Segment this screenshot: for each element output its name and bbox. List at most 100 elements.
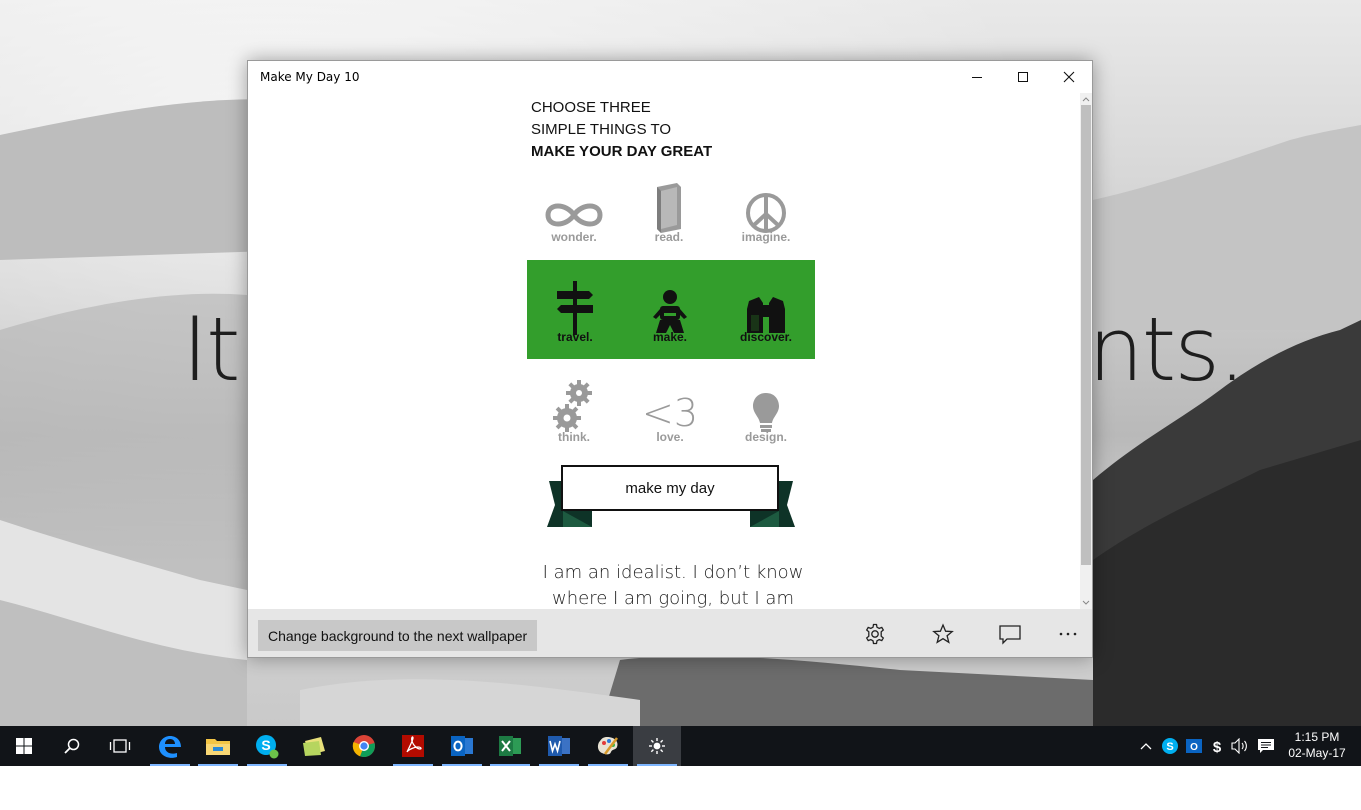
window-title: Make My Day 10 [260, 70, 360, 84]
chevron-up-icon [1082, 97, 1090, 102]
search-button[interactable] [48, 726, 96, 766]
settings-icon [865, 623, 885, 645]
taskbar: S S O $ 1:15 PM 02-May-17 [0, 726, 1361, 766]
make-my-day-ribbon: make my day [546, 463, 796, 533]
tray-skype-business[interactable]: $ [1207, 736, 1227, 756]
volume-button[interactable] [1230, 736, 1250, 756]
taskbar-file-explorer[interactable] [194, 726, 242, 766]
close-icon [1063, 71, 1075, 83]
volume-icon [1231, 738, 1247, 754]
make-my-day-button[interactable]: make my day [561, 465, 779, 511]
taskbar-chrome[interactable] [340, 726, 388, 766]
tile-think[interactable]: think. [526, 363, 622, 463]
tile-label: design. [744, 430, 787, 444]
tile-discover[interactable]: discover. [718, 263, 814, 363]
heading-line-1: CHOOSE THREE [531, 99, 651, 116]
quote-text: I am an idealist. I don’t know where I a… [518, 560, 828, 609]
tile-label: make. [652, 330, 688, 344]
start-icon [16, 738, 32, 754]
taskbar-edge[interactable] [146, 726, 194, 766]
search-icon [64, 738, 80, 754]
star-icon [932, 623, 954, 644]
heading-line-3: MAKE YOUR DAY GREAT [531, 143, 713, 160]
baby-icon [653, 290, 687, 333]
outlook-icon [451, 736, 473, 756]
paint-icon [597, 737, 618, 755]
lightbulb-icon [753, 393, 779, 432]
minimize-button[interactable] [954, 61, 1000, 93]
minimize-icon [972, 77, 982, 78]
quote-line-1: I am an idealist. I don’t know [542, 562, 804, 583]
settings-button[interactable] [861, 621, 889, 647]
clock-date: 02-May-17 [1288, 746, 1346, 760]
taskbar-outlook[interactable] [438, 726, 486, 766]
notification-icon [1258, 739, 1274, 753]
taskbar-paint[interactable] [584, 726, 632, 766]
scroll-down-button[interactable] [1080, 597, 1092, 609]
tile-read[interactable]: read. [621, 163, 717, 263]
taskbar-acrobat[interactable] [389, 726, 437, 766]
file-explorer-icon [206, 739, 230, 755]
word-icon [548, 736, 570, 756]
chevron-up-icon [1140, 743, 1152, 750]
clock-time: 1:15 PM [1294, 730, 1340, 744]
tile-label: wonder. [551, 230, 597, 244]
tile-imagine[interactable]: imagine. [718, 163, 814, 263]
vertical-scrollbar[interactable] [1080, 93, 1092, 609]
wallpaper-quote-left: It [182, 298, 240, 401]
tile-label: discover. [739, 330, 793, 344]
tile-label: read. [654, 230, 684, 244]
svg-text:S: S [261, 737, 270, 753]
sticky-notes-icon [303, 737, 325, 756]
signpost-icon [557, 281, 593, 335]
tile-label: imagine. [741, 230, 791, 244]
taskbar-sticky-notes[interactable] [291, 726, 339, 766]
app-window: Make My Day 10 CHOOSE THREE SIMPLE THING… [247, 60, 1093, 658]
action-center-button[interactable] [1256, 736, 1276, 756]
title-bar[interactable]: Make My Day 10 [248, 61, 1092, 93]
currency-icon: $ [1213, 739, 1222, 755]
comment-button[interactable] [996, 621, 1024, 647]
taskbar-excel[interactable] [486, 726, 534, 766]
tile-design[interactable]: design. [718, 363, 814, 463]
make-my-day-icon [649, 738, 665, 754]
maximize-button[interactable] [1000, 61, 1046, 93]
taskbar-make-my-day[interactable] [633, 726, 681, 766]
book-icon [657, 183, 681, 233]
svg-text:S: S [1166, 741, 1173, 753]
taskbar-word[interactable] [535, 726, 583, 766]
quote-line-2: where I am going, but I am [552, 588, 794, 609]
more-button[interactable] [1054, 621, 1082, 647]
skype-icon: S [256, 735, 279, 759]
scroll-thumb[interactable] [1081, 105, 1091, 565]
edge-icon [159, 736, 181, 758]
svg-text:$: $ [1213, 739, 1222, 755]
tile-wonder[interactable]: wonder. [526, 163, 622, 263]
close-button[interactable] [1046, 61, 1092, 93]
system-clock[interactable]: 1:15 PM 02-May-17 [1282, 729, 1352, 761]
tray-outlook[interactable]: O [1184, 736, 1204, 756]
gears-icon [553, 380, 592, 432]
tile-make[interactable]: make. [622, 263, 718, 363]
start-button[interactable] [0, 726, 48, 766]
heart-text-icon: <3 [641, 391, 699, 435]
tile-love[interactable]: <3 love. [622, 363, 718, 463]
tray-skype[interactable]: S [1160, 736, 1180, 756]
page-heading: CHOOSE THREE SIMPLE THINGS TO MAKE YOUR … [531, 97, 712, 163]
show-hidden-icons-button[interactable] [1136, 736, 1156, 756]
scroll-up-button[interactable] [1080, 93, 1092, 105]
acrobat-icon [402, 735, 424, 757]
tile-travel[interactable]: travel. [527, 263, 623, 363]
skype-icon: S [1162, 738, 1178, 754]
favorite-button[interactable] [929, 621, 957, 647]
task-view-button[interactable] [96, 726, 144, 766]
tile-label: love. [656, 430, 684, 444]
app-content: CHOOSE THREE SIMPLE THINGS TO MAKE YOUR … [248, 93, 1080, 609]
outlook-icon: O [1186, 739, 1202, 753]
change-background-button[interactable]: Change background to the next wallpaper [258, 620, 538, 651]
task-view-icon [109, 739, 131, 753]
infinity-icon [545, 203, 603, 227]
tile-label: think. [558, 430, 590, 444]
svg-text:O: O [1190, 742, 1198, 753]
taskbar-skype[interactable]: S [243, 726, 291, 766]
